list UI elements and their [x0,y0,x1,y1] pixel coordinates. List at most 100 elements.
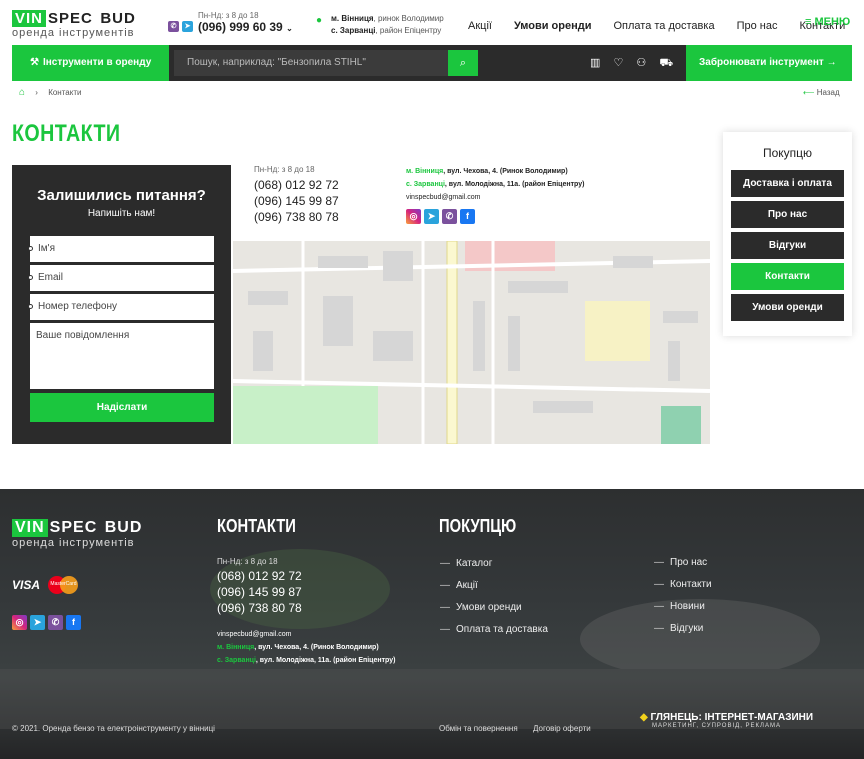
instagram-icon[interactable]: ◎ [406,209,421,224]
contact-email[interactable]: vinspecbud@gmail.com [406,191,584,204]
telegram-icon[interactable]: ➤ [424,209,439,224]
nav-akcii[interactable]: Акції [468,20,492,32]
footer-link-catalog[interactable]: Каталог [440,558,492,569]
nav-pro-nas[interactable]: Про нас [737,20,778,32]
compare-icon[interactable]: ▥ [590,57,600,69]
form-title: Залишились питання? [37,187,206,204]
exchange-link[interactable]: Обмін та повернення [439,724,518,733]
name-field[interactable]: Ім'я [30,236,214,262]
logo-tagline: оренда інструментів [12,27,135,39]
map-streets [233,241,710,444]
search-input[interactable]: Пошук, наприклад: "Бензопила STIHL" [174,50,448,76]
home-icon[interactable]: ⌂ [19,87,25,98]
map-building [373,331,413,361]
cart-icon[interactable]: ⛟ [659,57,673,69]
footer-link-payment[interactable]: Оплата та доставка [440,624,548,635]
facebook-icon[interactable]: f [66,615,81,630]
footer-logo-spec: SPEC [49,519,98,536]
rent-tools-label: Інструменти в оренду [42,57,152,68]
map-building [508,281,568,293]
footer-city1: м. Вінниця [217,644,255,651]
menu-button[interactable]: ≡ МЕНЮ [805,16,850,28]
arrow-right-icon: → [826,57,837,68]
map-building [383,251,413,281]
main-nav: Акції Умови оренди Оплата та доставка Про н… [446,16,845,34]
viber-icon[interactable]: ✆ [442,209,457,224]
user-icon[interactable]: ⚇ [636,57,646,69]
map-building [253,331,273,371]
map-building [613,256,653,268]
contact-phone-3[interactable]: (096) 738 80 78 [254,210,339,224]
nav-umovy[interactable]: Умови оренди [514,20,592,32]
footer-link-reviews[interactable]: Відгуки [654,623,703,634]
header-phone[interactable]: (096) 999 60 39 ⌄ [198,20,293,34]
side-delivery[interactable]: Доставка і оплата [731,170,844,197]
instagram-icon[interactable]: ◎ [12,615,27,630]
footer-link-news[interactable]: Новини [654,601,705,612]
header-phone-block: Пн-Нд: з 8 до 18 (096) 999 60 39 ⌄ [198,11,293,34]
map-building [473,301,485,371]
map-building [508,316,520,371]
footer-link-about[interactable]: Про нас [654,557,707,568]
search-button[interactable]: ⌕ [448,50,478,76]
map-building [663,311,698,323]
footer-city2: с. Зарванці [217,657,256,664]
book-tool-button[interactable]: Забронювати інструмент → [686,45,852,81]
telegram-icon[interactable]: ➤ [182,21,193,32]
chevron-down-icon: ⌄ [286,24,293,33]
submit-button[interactable]: Надіслати [30,393,214,422]
footer-link-promo[interactable]: Акції [440,580,478,591]
footer-addr1: , вул. Чехова, 4. (Ринок Володимир) [254,644,379,651]
site-logo[interactable]: VIN SPEC BUD оренда інструментів [12,10,136,39]
footer-address-block: vinspecbud@gmail.com м. Вінниця, вул. Че… [217,628,395,667]
menu-label: МЕНЮ [814,16,851,28]
contact-phone-1[interactable]: (068) 012 92 72 [254,178,339,192]
contact-city2: с. Зарванці [406,181,445,188]
side-contacts[interactable]: Контакти [731,263,844,290]
viber-icon[interactable]: ✆ [168,21,179,32]
phone-radio-icon [28,304,33,309]
header-hours: Пн-Нд: з 8 до 18 [198,11,259,20]
visa-icon: VISA [12,578,41,593]
side-reviews[interactable]: Відгуки [731,232,844,259]
map[interactable] [233,241,710,444]
contact-city1: м. Вінниця [406,168,444,175]
viber-icon[interactable]: ✆ [48,615,63,630]
back-link[interactable]: ⟵ Назад [803,88,840,97]
footer-email[interactable]: vinspecbud@gmail.com [217,628,395,641]
footer-contacts-title: КОНТАКТИ [217,516,296,536]
footer-phone-2[interactable]: (096) 145 99 87 [217,585,302,599]
side-about[interactable]: Про нас [731,201,844,228]
phone-field[interactable]: Номер телефону [30,294,214,320]
message-textarea[interactable]: Ваше повідомлення [30,323,214,389]
footer-logo-tagline: оренда інструментів [12,537,135,549]
footer-contacts: Пн-Нд: з 8 до 18 (068) 012 92 72 (096) 1… [217,557,302,615]
footer-phone-1[interactable]: (068) 012 92 72 [217,569,302,583]
facebook-icon[interactable]: f [460,209,475,224]
telegram-icon[interactable]: ➤ [30,615,45,630]
footer-phone-3[interactable]: (096) 738 80 78 [217,601,302,615]
rent-tools-button[interactable]: ⚒ Інструменти в оренду [12,45,169,81]
header-phone-number: (096) 999 60 39 [198,20,283,34]
header-messengers: ✆ ➤ [168,15,196,33]
agency-logo[interactable]: ◆ ГЛЯНЕЦЬ: ІНТЕРНЕТ-МАГАЗИНИ МАРКЕТИНГ, … [640,712,813,729]
nav-oplata[interactable]: Оплата та доставка [614,20,715,32]
contact-addresses: м. Вінниця, вул. Чехова, 4. (Ринок Волод… [406,165,584,204]
heart-icon[interactable]: ♡ [613,57,623,69]
payment-logos: VISA MasterCard [12,576,79,594]
side-terms[interactable]: Умови оренди [731,294,844,321]
contact-phone-2[interactable]: (096) 145 99 87 [254,194,339,208]
map-school [585,301,650,361]
offer-link[interactable]: Договір оферти [533,724,591,733]
footer-link-terms[interactable]: Умови оренди [440,602,522,613]
map-building [248,291,288,305]
logo-vin: VIN [12,10,47,27]
footer-logo[interactable]: VIN SPEC BUD оренда інструментів [12,519,142,549]
footer-logo-bud: BUD [104,519,143,536]
footer-link-contacts[interactable]: Контакти [654,579,712,590]
map-building [318,256,368,268]
logo-spec: SPEC [48,10,93,27]
email-field[interactable]: Email [30,265,214,291]
map-building [533,401,593,413]
agency-name: ГЛЯНЕЦЬ: ІНТЕРНЕТ-МАГАЗИНИ [650,712,814,723]
